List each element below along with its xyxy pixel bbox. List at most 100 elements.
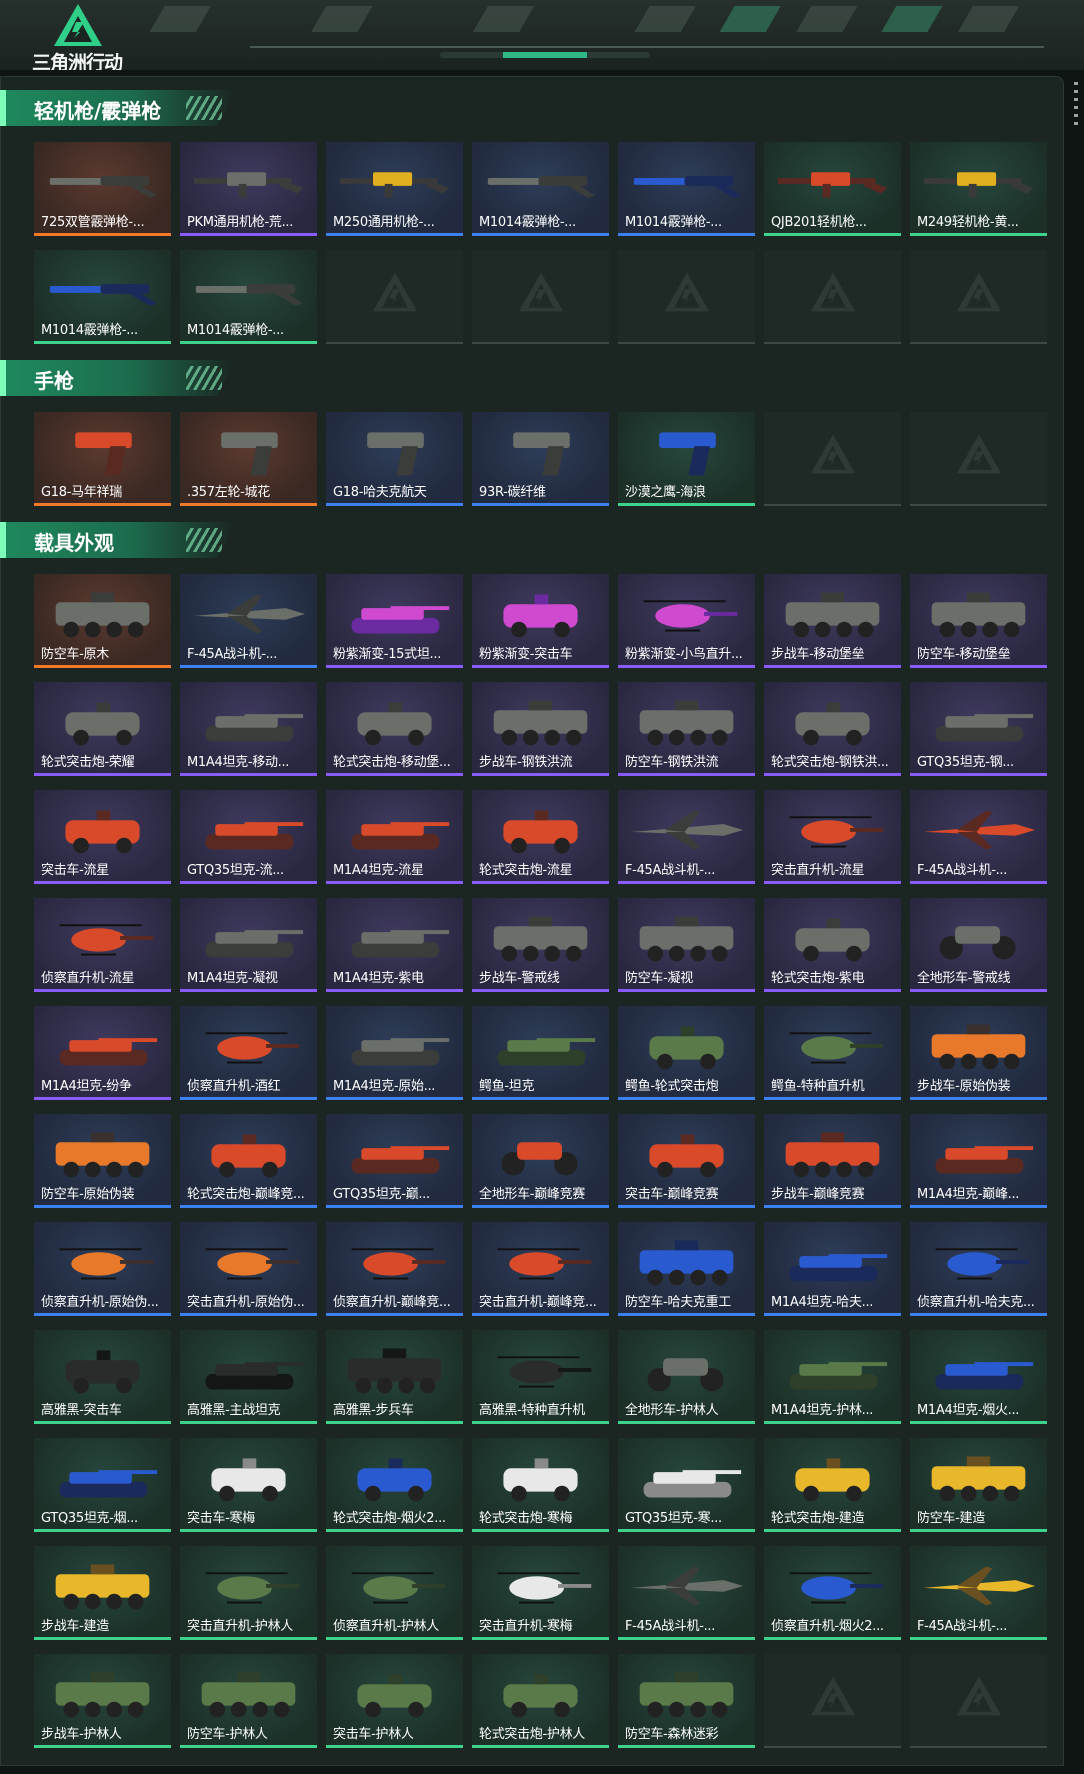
skin-card[interactable]: M249轻机枪-黄... xyxy=(910,142,1047,236)
skin-card[interactable]: 突击直升机-护林人 xyxy=(180,1546,317,1640)
skin-card[interactable]: 防空车-凝视 xyxy=(618,898,755,992)
skin-label: 鳄鱼-坦克 xyxy=(479,1079,535,1094)
skin-card[interactable]: 93R-碳纤维 xyxy=(472,412,609,506)
skin-card[interactable]: M1A4坦克-哈夫... xyxy=(764,1222,901,1316)
pistol-blue-icon xyxy=(659,432,716,476)
skin-card[interactable]: 防空车-原始伪装 xyxy=(34,1114,171,1208)
skin-card[interactable]: GTQ35坦克-流... xyxy=(180,790,317,884)
skin-card[interactable]: 鳄鱼-轮式突击炮 xyxy=(618,1006,755,1100)
skin-card[interactable]: 轮式突击炮-流星 xyxy=(472,790,609,884)
skin-card[interactable]: 轮式突击炮-移动堡... xyxy=(326,682,463,776)
skin-card[interactable]: 轮式突击炮-寒梅 xyxy=(472,1438,609,1532)
delta-watermark-icon xyxy=(956,1676,1002,1716)
skin-card[interactable]: 突击直升机-流星 xyxy=(764,790,901,884)
skin-card[interactable]: 步战车-移动堡垒 xyxy=(764,574,901,668)
skin-card[interactable]: 侦察直升机-巅峰竞... xyxy=(326,1222,463,1316)
skin-card[interactable]: F-45A战斗机-... xyxy=(618,1546,755,1640)
skin-label: 轮式突击炮-烟火2... xyxy=(333,1511,446,1526)
skin-card[interactable]: F-45A战斗机-... xyxy=(910,790,1047,884)
skin-card[interactable]: 高雅黑-主战坦克 xyxy=(180,1330,317,1424)
skin-card[interactable]: 防空车-钢铁洪流 xyxy=(618,682,755,776)
skin-card[interactable]: 步战车-原始伪装 xyxy=(910,1006,1047,1100)
skin-card[interactable]: M1A4坦克-移动... xyxy=(180,682,317,776)
skin-card[interactable]: 防空车-森林迷彩 xyxy=(618,1654,755,1748)
tank-icon xyxy=(205,714,304,742)
car-black-icon xyxy=(65,1350,140,1394)
skin-card[interactable]: M1A4坦克-原始... xyxy=(326,1006,463,1100)
skin-card[interactable]: 防空车-哈夫克重工 xyxy=(618,1222,755,1316)
skin-card[interactable]: 突击直升机-寒梅 xyxy=(472,1546,609,1640)
skin-card[interactable]: 侦察直升机-哈夫克... xyxy=(910,1222,1047,1316)
skin-card[interactable]: QJB201轻机枪... xyxy=(764,142,901,236)
skin-card[interactable]: M1A4坦克-紫电 xyxy=(326,898,463,992)
skin-card[interactable]: 轮式突击炮-巅峰竞... xyxy=(180,1114,317,1208)
skin-card[interactable]: 突击车-巅峰竞赛 xyxy=(618,1114,755,1208)
skin-card[interactable]: GTQ35坦克-巅... xyxy=(326,1114,463,1208)
skin-card[interactable]: 高雅黑-特种直升机 xyxy=(472,1330,609,1424)
skin-label: PKM通用机枪-荒... xyxy=(187,215,294,230)
skin-card[interactable]: 步战车-建造 xyxy=(34,1546,171,1640)
skin-card[interactable]: 轮式突击炮-护林人 xyxy=(472,1654,609,1748)
skin-card[interactable]: 突击直升机-巅峰竞... xyxy=(472,1222,609,1316)
skin-card[interactable]: 防空车-护林人 xyxy=(180,1654,317,1748)
heli-green-icon xyxy=(351,1572,446,1604)
skin-card[interactable]: 轮式突击炮-钢铁洪... xyxy=(764,682,901,776)
skin-card[interactable]: 突击车-护林人 xyxy=(326,1654,463,1748)
skin-card[interactable]: GTQ35坦克-烟... xyxy=(34,1438,171,1532)
skin-card[interactable]: M1014霰弹枪-... xyxy=(180,250,317,344)
skin-card[interactable]: 轮式突击炮-烟火2... xyxy=(326,1438,463,1532)
skin-card[interactable]: 沙漠之鹰-海浪 xyxy=(618,412,755,506)
skin-card[interactable]: 突击车-流星 xyxy=(34,790,171,884)
skin-card[interactable]: 鳄鱼-特种直升机 xyxy=(764,1006,901,1100)
scrollbar-handle[interactable] xyxy=(1074,82,1078,130)
skin-card[interactable]: 突击直升机-原始伪... xyxy=(180,1222,317,1316)
skin-card[interactable]: 防空车-移动堡垒 xyxy=(910,574,1047,668)
skin-card[interactable]: 高雅黑-步兵车 xyxy=(326,1330,463,1424)
skin-card[interactable]: 侦察直升机-流星 xyxy=(34,898,171,992)
skin-card[interactable]: M1A4坦克-巅峰... xyxy=(910,1114,1047,1208)
skin-card[interactable]: 轮式突击炮-紫电 xyxy=(764,898,901,992)
skin-card[interactable]: 侦察直升机-酒红 xyxy=(180,1006,317,1100)
skin-card[interactable]: M1A4坦克-凝视 xyxy=(180,898,317,992)
skin-card[interactable]: 步战车-警戒线 xyxy=(472,898,609,992)
skin-card[interactable]: 步战车-护林人 xyxy=(34,1654,171,1748)
skin-card[interactable]: M1A4坦克-护林... xyxy=(764,1330,901,1424)
skin-card[interactable]: M1A4坦克-纷争 xyxy=(34,1006,171,1100)
skin-card[interactable]: .357左轮-城花 xyxy=(180,412,317,506)
skin-card[interactable]: M1014霰弹枪-... xyxy=(618,142,755,236)
skin-card[interactable]: 全地形车-巅峰竞赛 xyxy=(472,1114,609,1208)
skin-card[interactable]: M250通用机枪-... xyxy=(326,142,463,236)
skin-card[interactable]: 粉紫渐变-突击车 xyxy=(472,574,609,668)
skin-card[interactable]: 轮式突击炮-荣耀 xyxy=(34,682,171,776)
skin-card[interactable]: M1014霰弹枪-... xyxy=(472,142,609,236)
skin-card[interactable]: G18-马年祥瑞 xyxy=(34,412,171,506)
skin-card[interactable]: PKM通用机枪-荒... xyxy=(180,142,317,236)
skin-card[interactable]: 轮式突击炮-建造 xyxy=(764,1438,901,1532)
skin-card[interactable]: 鳄鱼-坦克 xyxy=(472,1006,609,1100)
skin-card[interactable]: 侦察直升机-原始伪... xyxy=(34,1222,171,1316)
skin-card[interactable]: 粉紫渐变-15式坦... xyxy=(326,574,463,668)
empty-slot xyxy=(618,250,755,344)
skin-card[interactable]: F-45A战斗机-... xyxy=(180,574,317,668)
skin-card[interactable]: 侦察直升机-护林人 xyxy=(326,1546,463,1640)
skin-card[interactable]: 725双管霰弹枪-... xyxy=(34,142,171,236)
skin-card[interactable]: GTQ35坦克-寒... xyxy=(618,1438,755,1532)
skin-card[interactable]: F-45A战斗机-... xyxy=(618,790,755,884)
skin-card[interactable]: 防空车-原木 xyxy=(34,574,171,668)
skin-card[interactable]: M1014霰弹枪-... xyxy=(34,250,171,344)
skin-card[interactable]: 步战车-巅峰竞赛 xyxy=(764,1114,901,1208)
skin-card[interactable]: 步战车-钢铁洪流 xyxy=(472,682,609,776)
skin-card[interactable]: M1A4坦克-流星 xyxy=(326,790,463,884)
skin-card[interactable]: G18-哈夫克航天 xyxy=(326,412,463,506)
skin-card[interactable]: 全地形车-警戒线 xyxy=(910,898,1047,992)
skin-card[interactable]: 突击车-寒梅 xyxy=(180,1438,317,1532)
skin-card[interactable]: 高雅黑-突击车 xyxy=(34,1330,171,1424)
skin-card[interactable]: 粉紫渐变-小鸟直升... xyxy=(618,574,755,668)
skin-card[interactable]: F-45A战斗机-... xyxy=(910,1546,1047,1640)
delta-watermark-icon xyxy=(664,272,710,312)
skin-card[interactable]: M1A4坦克-烟火... xyxy=(910,1330,1047,1424)
skin-card[interactable]: 全地形车-护林人 xyxy=(618,1330,755,1424)
skin-card[interactable]: 侦察直升机-烟火2... xyxy=(764,1546,901,1640)
skin-card[interactable]: GTQ35坦克-钢... xyxy=(910,682,1047,776)
skin-card[interactable]: 防空车-建造 xyxy=(910,1438,1047,1532)
